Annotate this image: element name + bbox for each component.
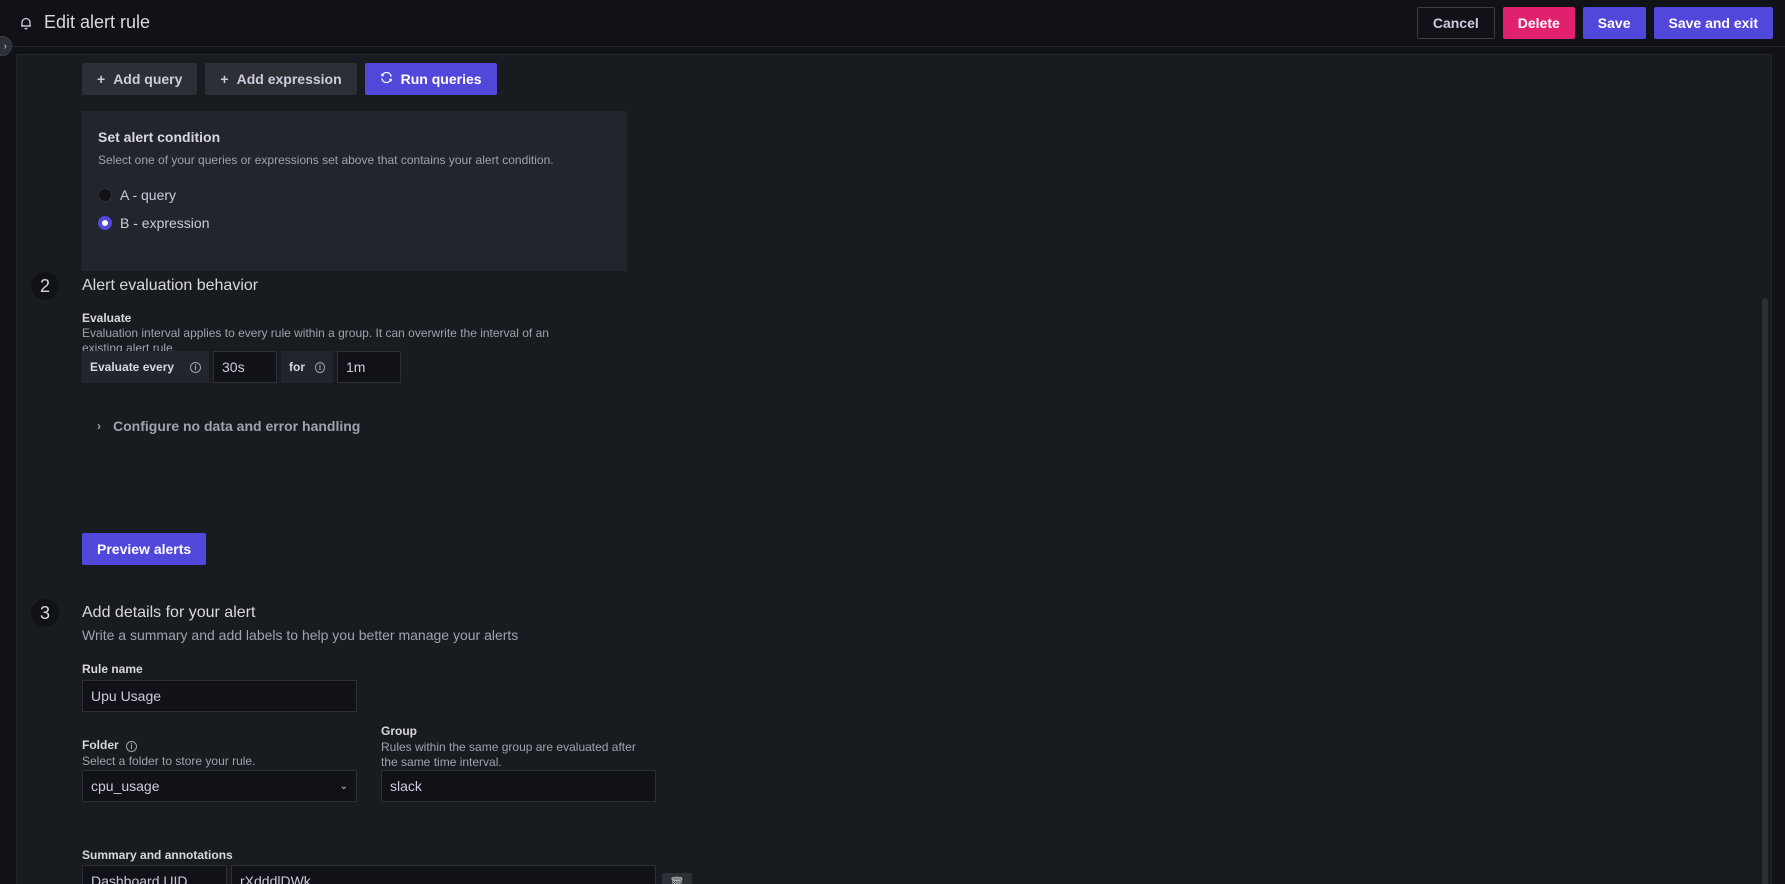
- annotation-value-input[interactable]: rXdddlDWk: [231, 865, 656, 884]
- folder-description: Select a folder to store your rule.: [82, 754, 256, 768]
- for-label: for i: [281, 351, 333, 383]
- step-title: Add details for your alert: [82, 604, 256, 621]
- evaluate-label: Evaluate: [82, 311, 132, 325]
- condition-title: Set alert condition: [98, 129, 221, 145]
- step-title: Alert evaluation behavior: [82, 277, 259, 294]
- group-input[interactable]: slack: [381, 770, 656, 802]
- for-input[interactable]: 1m: [337, 351, 401, 383]
- radio-button-checked[interactable]: [98, 216, 112, 230]
- delete-button[interactable]: Delete: [1502, 7, 1575, 39]
- folder-label: Folder i: [82, 738, 138, 752]
- scrollbar-thumb[interactable]: [1762, 298, 1768, 884]
- folder-select-value: cpu_usage: [91, 778, 160, 794]
- alert-condition-box: Set alert condition Select one of your q…: [82, 111, 627, 271]
- for-text: for: [289, 360, 305, 374]
- save-and-exit-button[interactable]: Save and exit: [1653, 7, 1773, 39]
- radio-option-b[interactable]: B - expression: [98, 209, 611, 237]
- page-title: Edit alert rule: [44, 12, 151, 32]
- plus-icon: +: [97, 71, 106, 87]
- add-expression-button[interactable]: + Add expression: [205, 63, 357, 95]
- rule-name-label: Rule name: [82, 662, 143, 676]
- chevron-right-icon: ›: [97, 419, 101, 433]
- evaluate-every-text: Evaluate every: [90, 360, 175, 374]
- query-buttons: + Add query + Add expression Run queries: [82, 63, 497, 95]
- step-number: 3: [31, 599, 59, 627]
- sync-icon: [380, 71, 393, 87]
- radio-option-a[interactable]: A - query: [98, 181, 611, 209]
- trash-icon[interactable]: 🗑: [662, 873, 692, 884]
- group-description-1: Rules within the same group are evaluate…: [381, 740, 636, 754]
- step-number: 2: [31, 272, 59, 300]
- evaluate-description-1: Evaluation interval applies to every rul…: [82, 326, 549, 340]
- step-subtitle: Write a summary and add labels to help y…: [82, 627, 519, 643]
- info-icon[interactable]: i: [190, 361, 201, 373]
- chevron-down-icon: ⌄: [339, 780, 348, 792]
- configure-label: Configure no data and error handling: [113, 418, 361, 434]
- rule-name-input[interactable]: Upu Usage: [82, 680, 357, 712]
- radio-label: A - query: [120, 187, 177, 203]
- scrollbar[interactable]: [1759, 55, 1771, 884]
- group-description-2: the same time interval.: [381, 755, 502, 769]
- add-query-label: Add query: [113, 71, 183, 87]
- summary-annotations-label: Summary and annotations: [82, 848, 233, 862]
- add-query-button[interactable]: + Add query: [82, 63, 198, 95]
- main-content: + Add query + Add expression Run queries…: [16, 54, 1772, 884]
- plus-icon: +: [220, 71, 229, 87]
- add-expression-label: Add expression: [236, 71, 342, 87]
- header-actions: Cancel Delete Save Save and exit: [1416, 7, 1773, 39]
- title-wrap: Edit alert rule: [18, 12, 150, 33]
- info-icon[interactable]: i: [126, 741, 138, 752]
- radio-label: B - expression: [120, 215, 210, 231]
- folder-select[interactable]: cpu_usage ⌄: [82, 770, 357, 802]
- info-icon[interactable]: i: [315, 361, 325, 373]
- evaluate-row: Evaluate every i 30s for i 1m: [82, 351, 401, 383]
- group-label: Group: [381, 724, 417, 738]
- run-queries-button[interactable]: Run queries: [364, 63, 497, 95]
- radio-button[interactable]: [98, 188, 112, 202]
- preview-alerts-button[interactable]: Preview alerts: [82, 533, 207, 565]
- cancel-button[interactable]: Cancel: [1416, 7, 1495, 39]
- configure-no-data-toggle[interactable]: › Configure no data and error handling: [97, 418, 360, 434]
- save-button[interactable]: Save: [1582, 7, 1646, 39]
- evaluate-every-label: Evaluate every i: [82, 351, 209, 383]
- evaluate-every-input[interactable]: 30s: [213, 351, 277, 383]
- top-bar: Edit alert rule Cancel Delete Save Save …: [0, 0, 1785, 47]
- annotation-key-select[interactable]: Dashboard UID: [82, 865, 227, 884]
- run-queries-label: Run queries: [400, 71, 482, 87]
- folder-label-text: Folder: [82, 738, 119, 752]
- bell-icon: [18, 15, 34, 31]
- condition-description: Select one of your queries or expression…: [98, 153, 554, 167]
